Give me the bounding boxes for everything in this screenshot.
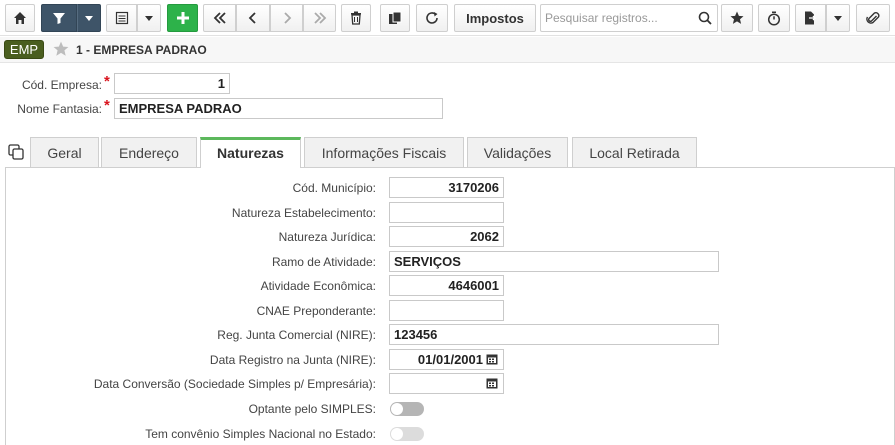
first-record-button[interactable] <box>203 4 236 32</box>
impostos-button[interactable]: Impostos <box>454 4 536 32</box>
filter-icon <box>53 13 65 24</box>
list-view-button[interactable] <box>106 4 137 32</box>
convenio-simples-label: Tem convênio Simples Nacional no Estado: <box>145 427 376 441</box>
nome-fantasia-label: Nome Fantasia: <box>17 102 102 116</box>
filter-dropdown-button[interactable] <box>77 4 101 32</box>
record-title: 1 - EMPRESA PADRAO <box>76 43 207 57</box>
export-dropdown-button[interactable] <box>826 4 850 32</box>
attachments-button[interactable] <box>856 4 890 32</box>
required-asterisk: * <box>104 97 110 114</box>
view-dropdown-button[interactable] <box>137 4 161 32</box>
atividade-economica-label: Atividade Econômica: <box>260 279 376 293</box>
tab-endereco[interactable]: Endereço <box>101 137 197 167</box>
natureza-juridica-field[interactable]: 2062 <box>389 226 504 247</box>
convenio-simples-toggle[interactable] <box>390 427 424 441</box>
optante-simples-label: Optante pelo SIMPLES: <box>248 402 376 416</box>
tab-geral[interactable]: Geral <box>30 137 99 167</box>
record-title-bar: EMP 1 - EMPRESA PADRAO <box>0 37 895 63</box>
favorites-button[interactable] <box>721 4 753 32</box>
calendar-icon[interactable] <box>486 377 498 392</box>
nire-label: Reg. Junta Comercial (NIRE): <box>217 328 376 342</box>
filter-button[interactable] <box>41 4 77 32</box>
copy-icon[interactable] <box>8 144 24 163</box>
caret-down-icon <box>145 15 153 21</box>
natureza-estabelecimento-field[interactable] <box>389 202 504 223</box>
double-chevron-right-icon <box>313 12 326 24</box>
search-icon[interactable] <box>698 11 712 28</box>
calendar-icon[interactable] <box>486 353 498 368</box>
double-chevron-left-icon <box>213 12 226 24</box>
search-input[interactable] <box>541 5 691 31</box>
required-asterisk: * <box>104 73 110 90</box>
cod-municipio-label: Cód. Município: <box>292 181 376 195</box>
caret-down-icon <box>85 15 93 21</box>
copy-icon <box>389 11 402 24</box>
trash-icon <box>351 11 361 25</box>
natureza-estabelecimento-label: Natureza Estabelecimento: <box>231 206 376 220</box>
chevron-right-icon <box>283 12 291 24</box>
duplicate-button[interactable] <box>380 4 410 32</box>
star-icon <box>730 11 744 24</box>
caret-down-icon <box>834 15 842 21</box>
timer-button[interactable] <box>758 4 790 32</box>
data-registro-label: Data Registro na Junta (NIRE): <box>209 353 376 367</box>
paperclip-icon <box>866 12 880 24</box>
refresh-button[interactable] <box>416 4 448 32</box>
list-icon <box>115 11 128 25</box>
atividade-economica-field[interactable]: 4646001 <box>389 275 504 296</box>
nome-fantasia-field[interactable]: EMPRESA PADRAO <box>114 98 443 119</box>
plus-icon <box>176 12 189 24</box>
ramo-atividade-label: Ramo de Atividade: <box>271 255 376 269</box>
optante-simples-toggle[interactable] <box>390 402 424 416</box>
next-record-button[interactable] <box>270 4 303 32</box>
stopwatch-icon <box>767 11 781 26</box>
cnae-preponderante-field[interactable] <box>389 300 504 321</box>
home-button[interactable] <box>5 4 35 32</box>
previous-record-button[interactable] <box>236 4 270 32</box>
cod-empresa-label: Cód. Empresa: <box>21 78 102 92</box>
data-conversao-label: Data Conversão (Sociedade Simples p/ Emp… <box>93 377 376 391</box>
file-export-icon <box>805 11 817 25</box>
tab-naturezas[interactable]: Naturezas <box>200 137 301 168</box>
nire-field[interactable]: 123456 <box>389 324 719 345</box>
refresh-icon <box>426 12 438 24</box>
delete-button[interactable] <box>341 4 371 32</box>
toolbar: Impostos <box>0 0 895 36</box>
home-icon <box>14 12 26 24</box>
search-box <box>540 4 718 32</box>
chevron-left-icon <box>248 12 256 24</box>
tab-informacoes-fiscais[interactable]: Informações Fiscais <box>304 137 464 167</box>
cod-municipio-field[interactable]: 3170206 <box>389 177 504 198</box>
tab-local-retirada[interactable]: Local Retirada <box>572 137 697 167</box>
cod-empresa-field[interactable]: 1 <box>114 73 230 94</box>
entity-badge: EMP <box>4 40 44 59</box>
export-button[interactable] <box>795 4 826 32</box>
cnae-preponderante-label: CNAE Preponderante: <box>256 304 376 318</box>
tab-validacoes[interactable]: Validações <box>467 137 568 167</box>
star-icon[interactable] <box>53 41 69 60</box>
natureza-juridica-label: Natureza Jurídica: <box>278 230 376 244</box>
add-record-button[interactable] <box>167 4 198 32</box>
last-record-button[interactable] <box>303 4 336 32</box>
ramo-atividade-field[interactable]: SERVIÇOS <box>389 251 719 272</box>
